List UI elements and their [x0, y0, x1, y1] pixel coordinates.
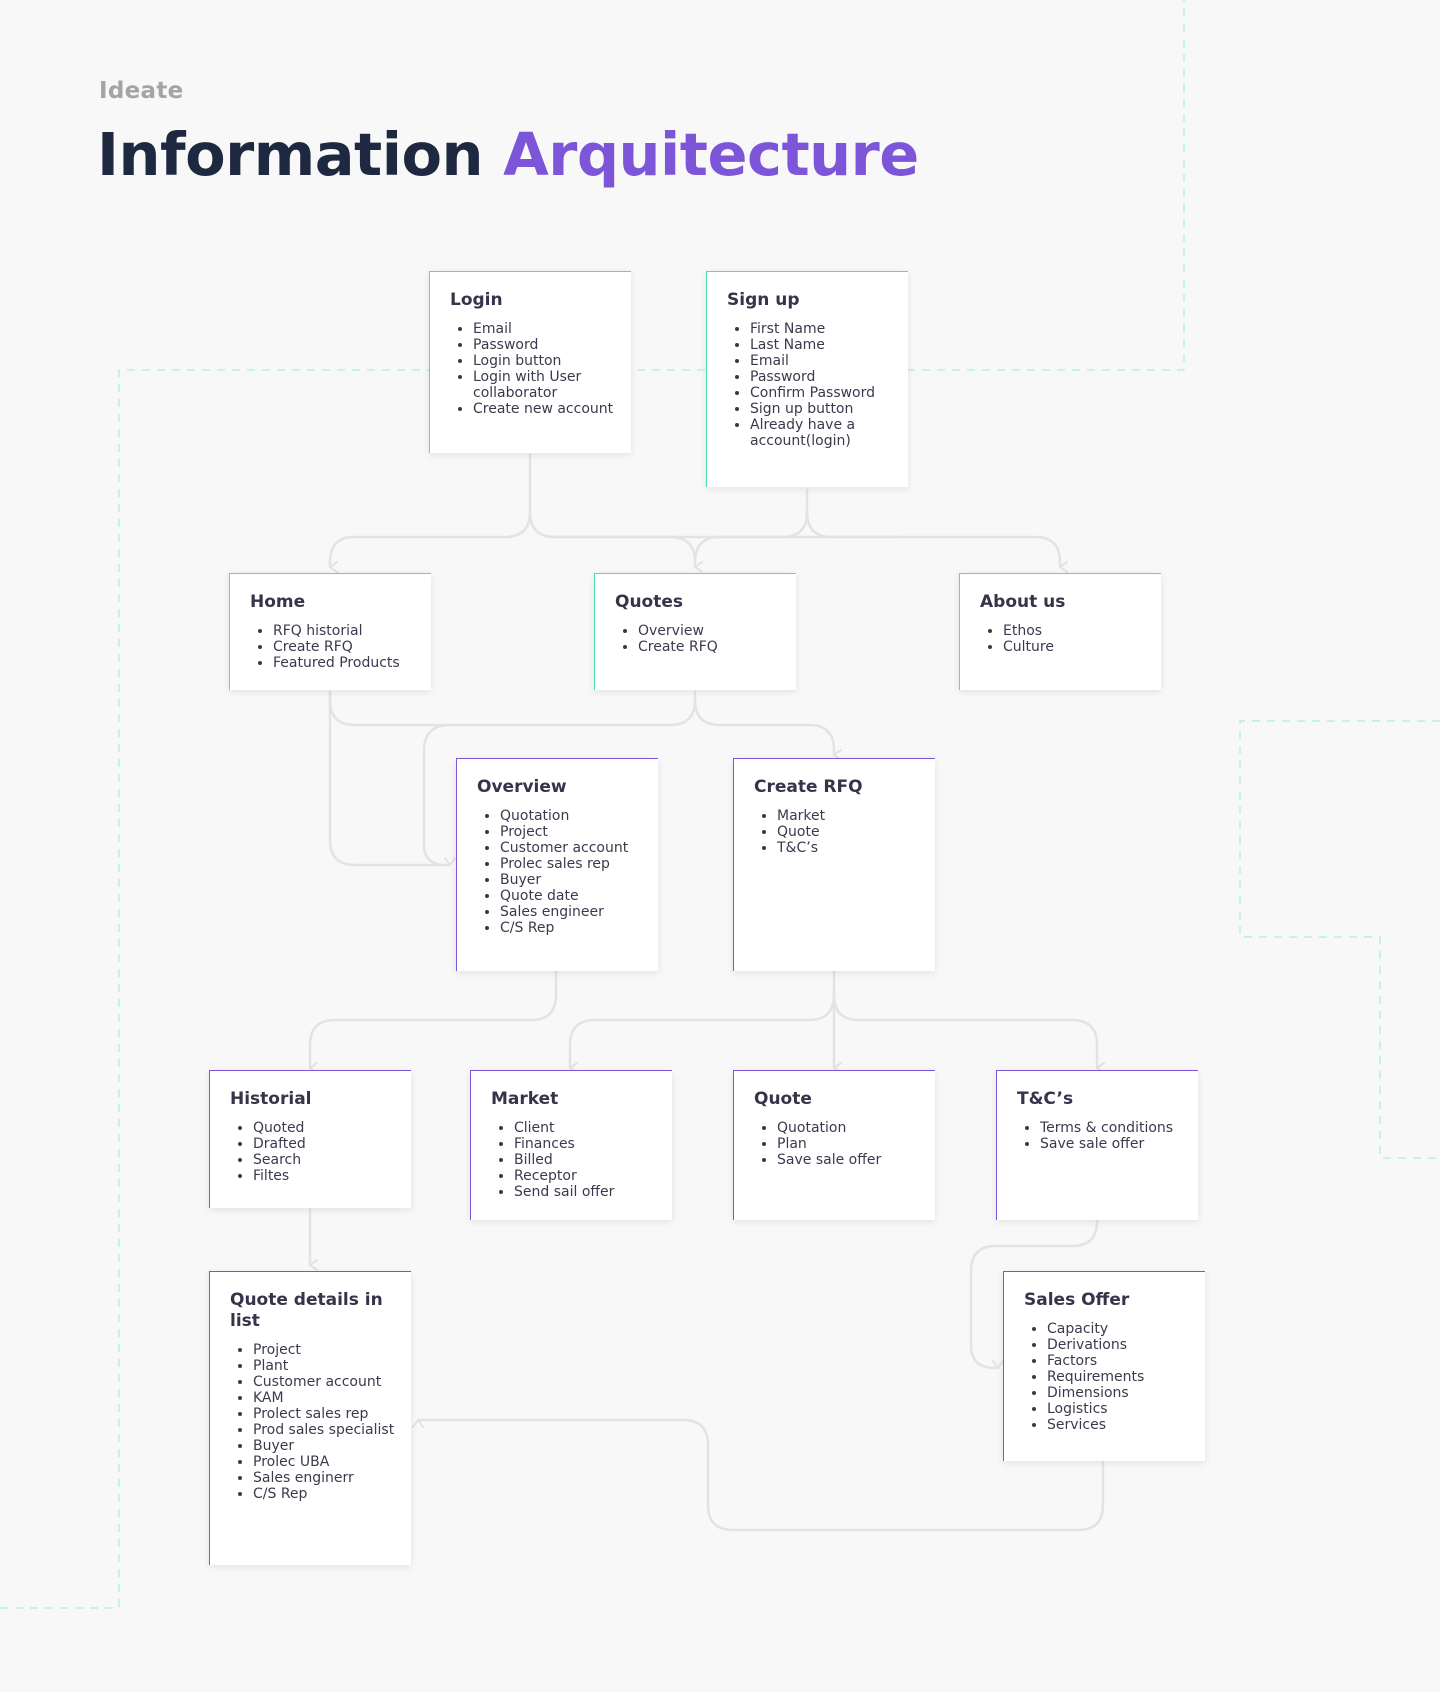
list-item: Create RFQ: [638, 639, 782, 655]
card-title: About us: [980, 592, 1066, 612]
list-item: Prod sales specialist: [253, 1422, 397, 1438]
card-historial: Historial Quoted Drafted Search Filtes: [209, 1070, 411, 1208]
card-signup: Sign up First Name Last Name Email Passw…: [706, 271, 908, 487]
card-login: Login Email Password Login button Login …: [429, 271, 631, 453]
list-item: Save sale offer: [777, 1152, 921, 1168]
card-quote-details: Quote details in list Project Plant Cust…: [209, 1271, 411, 1565]
list-item: Sales engineer: [500, 904, 644, 920]
card-title: T&C’s: [1017, 1089, 1074, 1109]
list-item: Customer account: [500, 840, 644, 856]
list-item: Derivations: [1047, 1337, 1191, 1353]
list-item: Quote date: [500, 888, 644, 904]
list-item: Already have a account(login): [750, 417, 894, 449]
card-quotes: Quotes Overview Create RFQ: [594, 573, 796, 690]
list-item: Buyer: [500, 872, 644, 888]
list-item: Requirements: [1047, 1369, 1191, 1385]
section-eyebrow: Ideate: [99, 78, 184, 104]
list-item: Quotation: [500, 808, 644, 824]
card-about-us: About us Ethos Culture: [959, 573, 1161, 690]
card-create-rfq: Create RFQ Market Quote T&C’s: [733, 758, 935, 971]
list-item: Services: [1047, 1417, 1191, 1433]
card-title: Market: [491, 1089, 559, 1109]
list-item: Plan: [777, 1136, 921, 1152]
list-item: C/S Rep: [500, 920, 644, 936]
list-item: Overview: [638, 623, 782, 639]
list-item: Email: [473, 321, 617, 337]
title-word-information: Information: [97, 120, 484, 189]
list-item: Login with User collaborator: [473, 369, 617, 401]
list-item: Capacity: [1047, 1321, 1191, 1337]
card-title: Create RFQ: [754, 777, 863, 797]
list-item: Prolect sales rep: [253, 1406, 397, 1422]
list-item: Finances: [514, 1136, 658, 1152]
list-item: Prolec UBA: [253, 1454, 397, 1470]
card-quote: Quote Quotation Plan Save sale offer: [733, 1070, 935, 1220]
page-title: Information Arquitecture: [97, 118, 919, 192]
list-item: Password: [473, 337, 617, 353]
list-item: First Name: [750, 321, 894, 337]
list-item: Send sail offer: [514, 1184, 658, 1200]
card-home: Home RFQ historial Create RFQ Featured P…: [229, 573, 431, 690]
list-item: Market: [777, 808, 921, 824]
list-item: Plant: [253, 1358, 397, 1374]
card-title: Quotes: [615, 592, 684, 612]
list-item: Save sale offer: [1040, 1136, 1184, 1152]
card-title: Overview: [477, 777, 567, 797]
list-item: Quoted: [253, 1120, 397, 1136]
list-item: Quotation: [777, 1120, 921, 1136]
list-item: KAM: [253, 1390, 397, 1406]
list-item: C/S Rep: [253, 1486, 397, 1502]
list-item: Search: [253, 1152, 397, 1168]
list-item: Project: [253, 1342, 397, 1358]
card-title: Login: [450, 290, 503, 310]
list-item: Drafted: [253, 1136, 397, 1152]
list-item: Logistics: [1047, 1401, 1191, 1417]
list-item: Login button: [473, 353, 617, 369]
list-item: Factors: [1047, 1353, 1191, 1369]
list-item: T&C’s: [777, 840, 921, 856]
card-title: Quote: [754, 1089, 812, 1109]
card-market: Market Client Finances Billed Receptor S…: [470, 1070, 672, 1220]
list-item: Password: [750, 369, 894, 385]
card-title: Sales Offer: [1024, 1290, 1130, 1310]
list-item: Create RFQ: [273, 639, 417, 655]
list-item: RFQ historial: [273, 623, 417, 639]
list-item: Ethos: [1003, 623, 1147, 639]
list-item: Buyer: [253, 1438, 397, 1454]
list-item: Last Name: [750, 337, 894, 353]
card-sales-offer: Sales Offer Capacity Derivations Factors…: [1003, 1271, 1205, 1461]
list-item: Project: [500, 824, 644, 840]
title-word-arquitecture: Arquitecture: [503, 120, 919, 189]
card-title: Quote details in list: [230, 1290, 383, 1331]
card-tcs: T&C’s Terms & conditions Save sale offer: [996, 1070, 1198, 1220]
list-item: Quote: [777, 824, 921, 840]
list-item: Prolec sales rep: [500, 856, 644, 872]
list-item: Create new account: [473, 401, 617, 417]
card-title: Historial: [230, 1089, 312, 1109]
list-item: Sales enginerr: [253, 1470, 397, 1486]
card-title: Sign up: [727, 290, 800, 310]
list-item: Customer account: [253, 1374, 397, 1390]
list-item: Receptor: [514, 1168, 658, 1184]
list-item: Featured Products: [273, 655, 417, 671]
list-item: Dimensions: [1047, 1385, 1191, 1401]
list-item: Culture: [1003, 639, 1147, 655]
list-item: Confirm Password: [750, 385, 894, 401]
list-item: Client: [514, 1120, 658, 1136]
list-item: Filtes: [253, 1168, 397, 1184]
list-item: Email: [750, 353, 894, 369]
card-overview: Overview Quotation Project Customer acco…: [456, 758, 658, 971]
card-title: Home: [250, 592, 306, 612]
list-item: Terms & conditions: [1040, 1120, 1184, 1136]
list-item: Billed: [514, 1152, 658, 1168]
list-item: Sign up button: [750, 401, 894, 417]
